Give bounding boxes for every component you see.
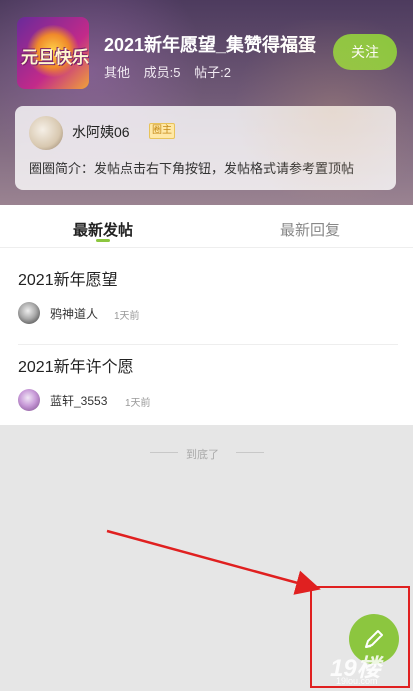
watermark-url: 19lou.com: [336, 676, 378, 686]
